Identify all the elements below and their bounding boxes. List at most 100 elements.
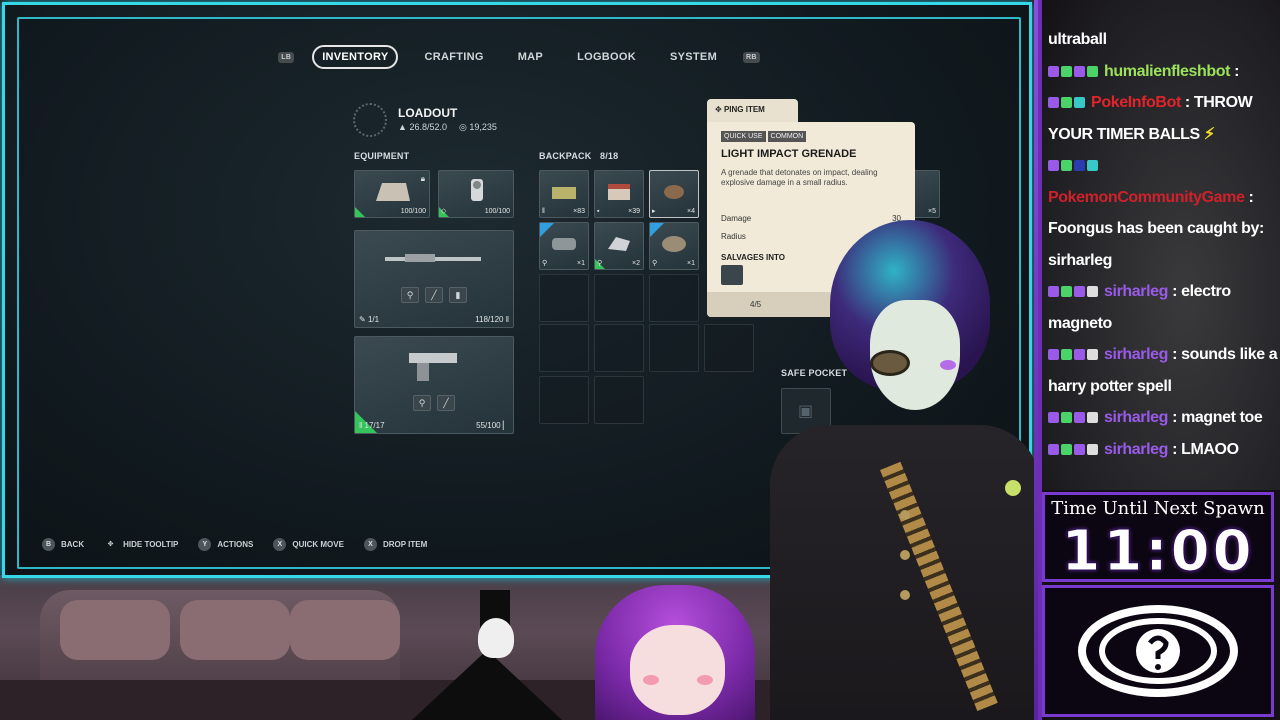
backpack-slot-empty[interactable]: [704, 324, 754, 372]
backpack-slot[interactable]: ‖ ×83: [539, 170, 589, 218]
backpack-slot-empty[interactable]: [594, 274, 644, 322]
chat-line: PokemonCommunityGame :: [1048, 182, 1278, 214]
equipment-slot-shield[interactable]: ◇ 100/100: [438, 170, 514, 218]
badge-icon: [1087, 349, 1098, 361]
wrench-icon[interactable]: ⚲: [413, 395, 431, 411]
chat-line: magneto: [1048, 314, 1112, 332]
chat-username[interactable]: sirharleg: [1104, 283, 1168, 300]
dpad-icon: ✥: [715, 105, 722, 114]
backpack-slot-empty[interactable]: [539, 324, 589, 372]
backpack-slot[interactable]: ⚲ ×2: [594, 222, 644, 270]
chat-username[interactable]: humalienfleshbot: [1104, 63, 1230, 80]
hint-quick-move[interactable]: X QUICK MOVE: [273, 538, 344, 551]
badge-icon: [1061, 65, 1072, 77]
chat-username[interactable]: sirharleg: [1104, 346, 1168, 363]
hint-actions[interactable]: Y ACTIONS: [198, 538, 253, 551]
weapon-slot-primary[interactable]: ⚲ ╱ ▮ ✎ 1/1 118/120 ‖: [354, 230, 514, 328]
tab-inventory[interactable]: INVENTORY: [312, 45, 399, 69]
chat-username[interactable]: sirharleg: [1104, 409, 1168, 426]
timer-label: Time Until Next Spawn: [1051, 498, 1265, 519]
backpack-slot-empty[interactable]: [539, 274, 589, 322]
loadout-stats: ▲ 26.8/52.0 ◎ 19,235: [398, 122, 497, 133]
weight-icon: ▲: [398, 122, 407, 132]
backpack-slot-empty[interactable]: [594, 324, 644, 372]
wrench-icon[interactable]: ⚲: [401, 287, 419, 303]
backpack-slot-empty[interactable]: [649, 274, 699, 322]
backpack-slot[interactable]: ⚲ ×1: [539, 222, 589, 270]
rarity-corner: [355, 207, 365, 217]
chat-text: : THROW: [1180, 94, 1253, 111]
badge-icon: [1061, 349, 1072, 361]
badge-icon: [1048, 412, 1059, 424]
equipment-slot-augment[interactable]: 🔒︎ 100/100: [354, 170, 430, 218]
backpack-slot[interactable]: ▪ ×39: [594, 170, 644, 218]
item-badges: QUICK USE COMMON: [721, 131, 807, 142]
lb-button-hint: LB: [278, 51, 295, 63]
chibi-face: [630, 625, 725, 715]
badge-icon: [1048, 65, 1059, 77]
couch-cushion: [60, 600, 170, 660]
magazine-slot-icon[interactable]: ▮: [449, 287, 467, 303]
badge-icon: [1048, 160, 1059, 172]
ammo-type-icon: ‖: [542, 208, 545, 215]
attachment-slot-icon[interactable]: ╱: [425, 287, 443, 303]
hint-label: QUICK MOVE: [292, 540, 344, 549]
tab-crafting[interactable]: CRAFTING: [416, 47, 491, 67]
skull-icon: [478, 618, 514, 658]
badge-icon: [1074, 160, 1085, 172]
chat-username[interactable]: PokeInfoBot: [1091, 94, 1181, 111]
attachment-slot-icon[interactable]: ╱: [437, 395, 455, 411]
grenade-type-icon: ▸: [652, 208, 656, 215]
stat-damage-label: Damage: [721, 214, 752, 223]
chat-messages: ultraball humalienfleshbot : PokeInfoBot…: [1048, 24, 1278, 465]
weapon-durability: 55/100 ▏: [476, 421, 509, 430]
chibi-blush: [643, 675, 659, 685]
stream-layout: LB INVENTORY CRAFTING MAP LOGBOOK SYSTEM…: [0, 0, 1280, 720]
coin-icon: ◎: [458, 122, 467, 132]
item-quantity: ×39: [628, 208, 640, 215]
backpack-slot-empty[interactable]: [594, 376, 644, 424]
badge-icon: [1087, 286, 1098, 298]
badge-icon: [1061, 160, 1072, 172]
tab-system[interactable]: SYSTEM: [662, 47, 725, 67]
component-type-icon: ▪: [597, 208, 600, 215]
tab-logbook[interactable]: LOGBOOK: [569, 47, 644, 67]
controller-hints: B BACK ✥ HIDE TOOLTIP Y ACTIONS X QUICK MOVE…: [42, 538, 427, 551]
chat-line: [1048, 150, 1278, 182]
backpack-label: BACKPACK: [539, 151, 592, 161]
weight-value: 26.8/52.0: [409, 122, 447, 132]
item-description: A grenade that detonates on impact, deal…: [721, 168, 878, 187]
ping-item-button[interactable]: ✥ PING ITEM: [707, 99, 798, 122]
backpack-slot-empty[interactable]: [539, 376, 589, 424]
quick-use-badge: QUICK USE: [721, 131, 766, 142]
box-item-icon: [608, 183, 630, 200]
chat-line: Foongus has been caught by:: [1048, 220, 1264, 237]
weight-stat: ▲ 26.8/52.0: [398, 122, 447, 133]
hint-label: HIDE TOOLTIP: [123, 540, 179, 549]
item-quantity: ×1: [687, 260, 695, 267]
chat-username[interactable]: sirharleg: [1104, 441, 1168, 458]
ping-item-label: PING ITEM: [723, 105, 765, 114]
chat-line: sirharleg : sounds like a: [1048, 339, 1278, 371]
x-button-icon: X: [363, 538, 377, 551]
avatar-goggle: [870, 350, 910, 376]
chat-text: :: [1230, 62, 1240, 80]
weapon-slot-secondary[interactable]: ⚲ ╱ ‖ 17/17 55/100 ▏: [354, 336, 514, 434]
hint-drop-item[interactable]: X DROP ITEM: [363, 538, 428, 551]
hint-label: DROP ITEM: [382, 540, 428, 549]
backpack-slot-empty[interactable]: [649, 324, 699, 372]
mystery-logo-panel: [1042, 585, 1274, 717]
avatar-eye: [940, 360, 956, 370]
item-quantity: ×1: [577, 260, 585, 267]
badge-icon: [1048, 286, 1059, 298]
loadout-title: LOADOUT: [398, 106, 458, 120]
badge-icon: [1074, 443, 1085, 455]
tab-map[interactable]: MAP: [510, 47, 551, 67]
spawn-timer: Time Until Next Spawn 11:00: [1042, 492, 1274, 585]
hint-hide-tooltip[interactable]: ✥ HIDE TOOLTIP: [104, 538, 179, 551]
item-quantity: ×83: [573, 208, 585, 215]
backpack-slot[interactable]: ⚲ ×1: [649, 222, 699, 270]
hint-back[interactable]: B BACK: [42, 538, 84, 551]
chat-username[interactable]: PokemonCommunityGame: [1048, 189, 1245, 206]
backpack-slot-selected[interactable]: ▸ ×4: [649, 170, 699, 218]
